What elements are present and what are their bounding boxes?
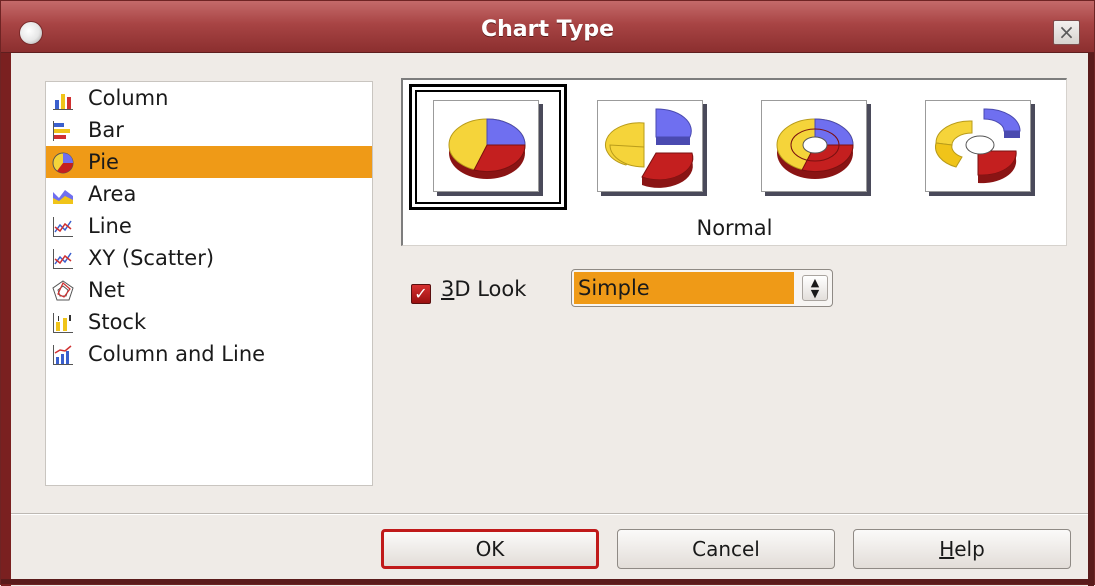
title-bar[interactable]: Chart Type ×: [1, 1, 1094, 53]
pie-exploded-icon: [605, 108, 694, 188]
dialog-title: Chart Type: [480, 17, 615, 42]
net-chart-icon: [52, 280, 74, 301]
chart-type-item-bar[interactable]: Bar: [46, 114, 372, 146]
variant-donut[interactable]: [761, 100, 867, 192]
chart-type-label: Bar: [88, 118, 124, 142]
help-label-rest: elp: [954, 537, 985, 561]
line-chart-icon: [53, 217, 73, 237]
chart-type-label: Area: [88, 182, 137, 206]
3d-style-value: Simple: [574, 272, 794, 304]
ok-button[interactable]: OK: [381, 529, 599, 569]
pie-normal-icon: [448, 118, 526, 179]
chart-type-item-column[interactable]: Column: [46, 82, 372, 114]
variant-pie-exploded[interactable]: [597, 100, 703, 192]
chart-type-item-scatter[interactable]: XY (Scatter): [46, 242, 372, 274]
3d-look-checkbox[interactable]: ✓: [411, 284, 431, 304]
variant-donut-exploded[interactable]: [925, 100, 1031, 192]
column-line-chart-icon: [53, 345, 73, 365]
cancel-button[interactable]: Cancel: [617, 529, 835, 569]
chart-type-label: Net: [88, 278, 125, 302]
3d-look-label[interactable]: 3D Look: [441, 277, 526, 301]
chart-type-item-line[interactable]: Line: [46, 210, 372, 242]
chart-type-item-stock[interactable]: Stock: [46, 306, 372, 338]
chart-type-item-area[interactable]: Area: [46, 178, 372, 210]
variant-pie-normal[interactable]: [433, 100, 539, 192]
window-border-bottom: [1, 579, 1094, 584]
scatter-chart-icon: [53, 249, 73, 269]
stock-chart-icon: [53, 313, 73, 333]
3d-look-label-mnemonic: 3: [441, 277, 455, 301]
chart-type-label: Stock: [88, 310, 147, 334]
variant-caption: Normal: [696, 216, 773, 240]
window-border-right: [1088, 53, 1094, 586]
3d-look-label-rest: D Look: [454, 277, 527, 301]
chart-type-label: Column and Line: [88, 342, 266, 366]
area-chart-icon: [53, 190, 73, 204]
chart-type-label: Pie: [88, 150, 119, 174]
help-label-mnemonic: H: [939, 537, 955, 561]
donut-icon: [776, 118, 854, 179]
chart-type-item-net[interactable]: Net: [46, 274, 372, 306]
window-border-left: [1, 53, 11, 586]
chart-type-label: Line: [88, 214, 132, 238]
chart-type-item-column-line[interactable]: Column and Line: [46, 338, 372, 370]
donut-exploded-icon: [935, 108, 1021, 184]
help-button[interactable]: Help: [853, 529, 1071, 569]
chart-type-list[interactable]: Column Bar Pie Area Line XY (Scatter) Ne…: [45, 81, 373, 486]
chart-type-label: XY (Scatter): [88, 246, 215, 270]
3d-style-select[interactable]: Simple ▲ ▼: [571, 269, 833, 307]
column-chart-icon: [53, 94, 73, 110]
chart-type-dialog: Chart Type × Column Bar Pie Area Line XY…: [0, 0, 1095, 586]
close-button[interactable]: ×: [1053, 20, 1080, 45]
bar-chart-icon: [53, 121, 70, 141]
pie-chart-icon: [52, 152, 74, 174]
chart-type-item-pie[interactable]: Pie: [46, 146, 372, 178]
spin-arrows-icon[interactable]: ▲ ▼: [802, 275, 828, 301]
dialog-body: Column Bar Pie Area Line XY (Scatter) Ne…: [11, 53, 1088, 579]
button-bar-separator: [11, 513, 1088, 515]
chart-variant-panel: Normal: [401, 78, 1067, 246]
chart-type-label: Column: [88, 86, 169, 110]
